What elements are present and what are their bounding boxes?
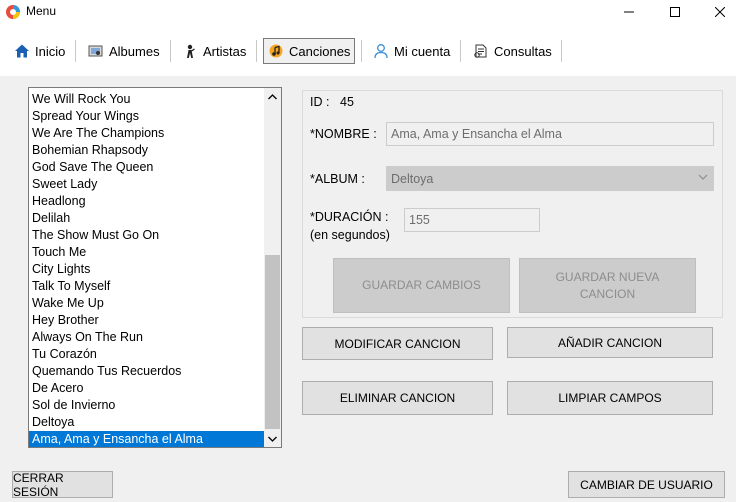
guardar-nueva-line2: CANCION	[579, 286, 636, 301]
song-details-panel: ID : 45 *NOMBRE : Ama, Ama y Ensancha el…	[302, 90, 723, 318]
chevron-down-icon	[268, 436, 277, 442]
songs-list[interactable]: We Will Rock You Spread Your Wings We Are …	[28, 87, 282, 448]
menu-divider	[361, 40, 362, 62]
list-item[interactable]: Bohemian Rhapsody	[29, 142, 264, 159]
album-select[interactable]: Deltoya	[386, 166, 714, 191]
list-item[interactable]: Hey Brother	[29, 312, 264, 329]
menu-divider	[460, 40, 461, 62]
artist-icon	[187, 44, 195, 58]
list-item[interactable]: The Show Must Go On	[29, 227, 264, 244]
menu-divider	[75, 40, 76, 62]
user-icon	[374, 44, 388, 59]
maximize-button[interactable]	[652, 0, 698, 24]
list-item[interactable]: Headlong	[29, 193, 264, 210]
tab-canciones[interactable]: Canciones	[263, 38, 356, 64]
minimize-icon	[624, 11, 634, 13]
list-item[interactable]: Quemando Tus Recuerdos	[29, 363, 264, 380]
main-menu: Inicio Albumes Artistas Canciones Mi cue…	[0, 24, 736, 76]
eliminar-cancion-button[interactable]: ELIMINAR CANCION	[302, 381, 493, 415]
guardar-nueva-line1: GUARDAR NUEVA	[555, 269, 660, 284]
menu-divider	[170, 40, 171, 62]
duracion-sublabel: (en segundos)	[310, 228, 390, 242]
list-item[interactable]: Sweet Lady	[29, 176, 264, 193]
close-icon	[715, 7, 725, 17]
scroll-thumb[interactable]	[265, 255, 280, 429]
app-icon	[6, 5, 20, 19]
chevron-up-icon	[268, 93, 277, 99]
music-icon	[269, 44, 283, 58]
list-item[interactable]: Tu Corazón	[29, 346, 264, 363]
tab-artistas[interactable]: Artistas	[178, 38, 250, 64]
list-item[interactable]: Deltoya	[29, 414, 264, 431]
modificar-cancion-button[interactable]: MODIFICAR CANCION	[302, 327, 493, 360]
list-item[interactable]: Wake Me Up	[29, 295, 264, 312]
guardar-nueva-cancion-button[interactable]: GUARDAR NUEVA CANCION	[519, 258, 696, 313]
nombre-field[interactable]: Ama, Ama y Ensancha el Alma	[386, 122, 714, 146]
limpiar-campos-button[interactable]: LIMPIAR CAMPOS	[507, 381, 713, 415]
tab-canciones-label: Canciones	[289, 43, 351, 59]
tab-artistas-label: Artistas	[203, 43, 247, 59]
list-scrollbar[interactable]	[264, 88, 281, 447]
list-item[interactable]: Touch Me	[29, 244, 264, 261]
list-item[interactable]: Spread Your Wings	[29, 108, 264, 125]
list-item[interactable]: De Acero	[29, 380, 264, 397]
list-item[interactable]: We Are The Champions	[29, 125, 264, 142]
list-item[interactable]: We Will Rock You	[29, 91, 264, 108]
album-select-value: Deltoya	[391, 171, 434, 186]
list-item[interactable]: Talk To Myself	[29, 278, 264, 295]
home-icon	[15, 44, 29, 58]
list-item[interactable]: Always On The Run	[29, 329, 264, 346]
tab-inicio[interactable]: Inicio	[10, 38, 69, 64]
tab-inicio-label: Inicio	[35, 43, 66, 59]
window-title: Menu	[26, 4, 57, 18]
tab-consultas-label: Consultas	[494, 43, 552, 59]
list-item[interactable]: Ama, Ama y Ensancha el Alma	[29, 431, 264, 447]
nombre-label: *NOMBRE :	[310, 127, 377, 141]
tab-consultas[interactable]: Consultas	[469, 38, 556, 64]
menu-divider	[256, 40, 257, 62]
scroll-up-button[interactable]	[264, 88, 281, 105]
chevron-down-icon	[698, 174, 708, 180]
tab-albumes-label: Albumes	[109, 43, 160, 59]
list-item[interactable]: Delilah	[29, 210, 264, 227]
id-label: ID :	[310, 95, 330, 109]
tab-albumes[interactable]: Albumes	[84, 38, 164, 64]
cambiar-usuario-button[interactable]: CAMBIAR DE USUARIO	[568, 471, 725, 498]
tab-mi-cuenta[interactable]: Mi cuenta	[369, 38, 454, 64]
guardar-cambios-button[interactable]: GUARDAR CAMBIOS	[333, 258, 510, 313]
minimize-button[interactable]	[606, 0, 652, 24]
album-label: *ALBUM :	[310, 172, 365, 186]
menu-divider	[561, 40, 562, 62]
anadir-cancion-button[interactable]: AÑADIR CANCION	[507, 327, 713, 358]
list-item[interactable]: City Lights	[29, 261, 264, 278]
duracion-label: *DURACIÓN :	[310, 210, 389, 224]
list-item[interactable]: God Save The Queen	[29, 159, 264, 176]
query-icon	[474, 44, 487, 58]
cerrar-sesion-button[interactable]: CERRAR SESIÓN	[12, 471, 113, 499]
tab-mi-cuenta-label: Mi cuenta	[394, 43, 451, 59]
id-value: 45	[340, 95, 354, 109]
duracion-field[interactable]: 155	[404, 208, 540, 232]
title-bar: Menu	[0, 0, 736, 24]
close-button[interactable]	[697, 0, 736, 24]
scroll-down-button[interactable]	[264, 430, 281, 447]
list-item[interactable]: Sol de Invierno	[29, 397, 264, 414]
maximize-icon	[670, 7, 680, 17]
album-icon	[88, 45, 103, 57]
